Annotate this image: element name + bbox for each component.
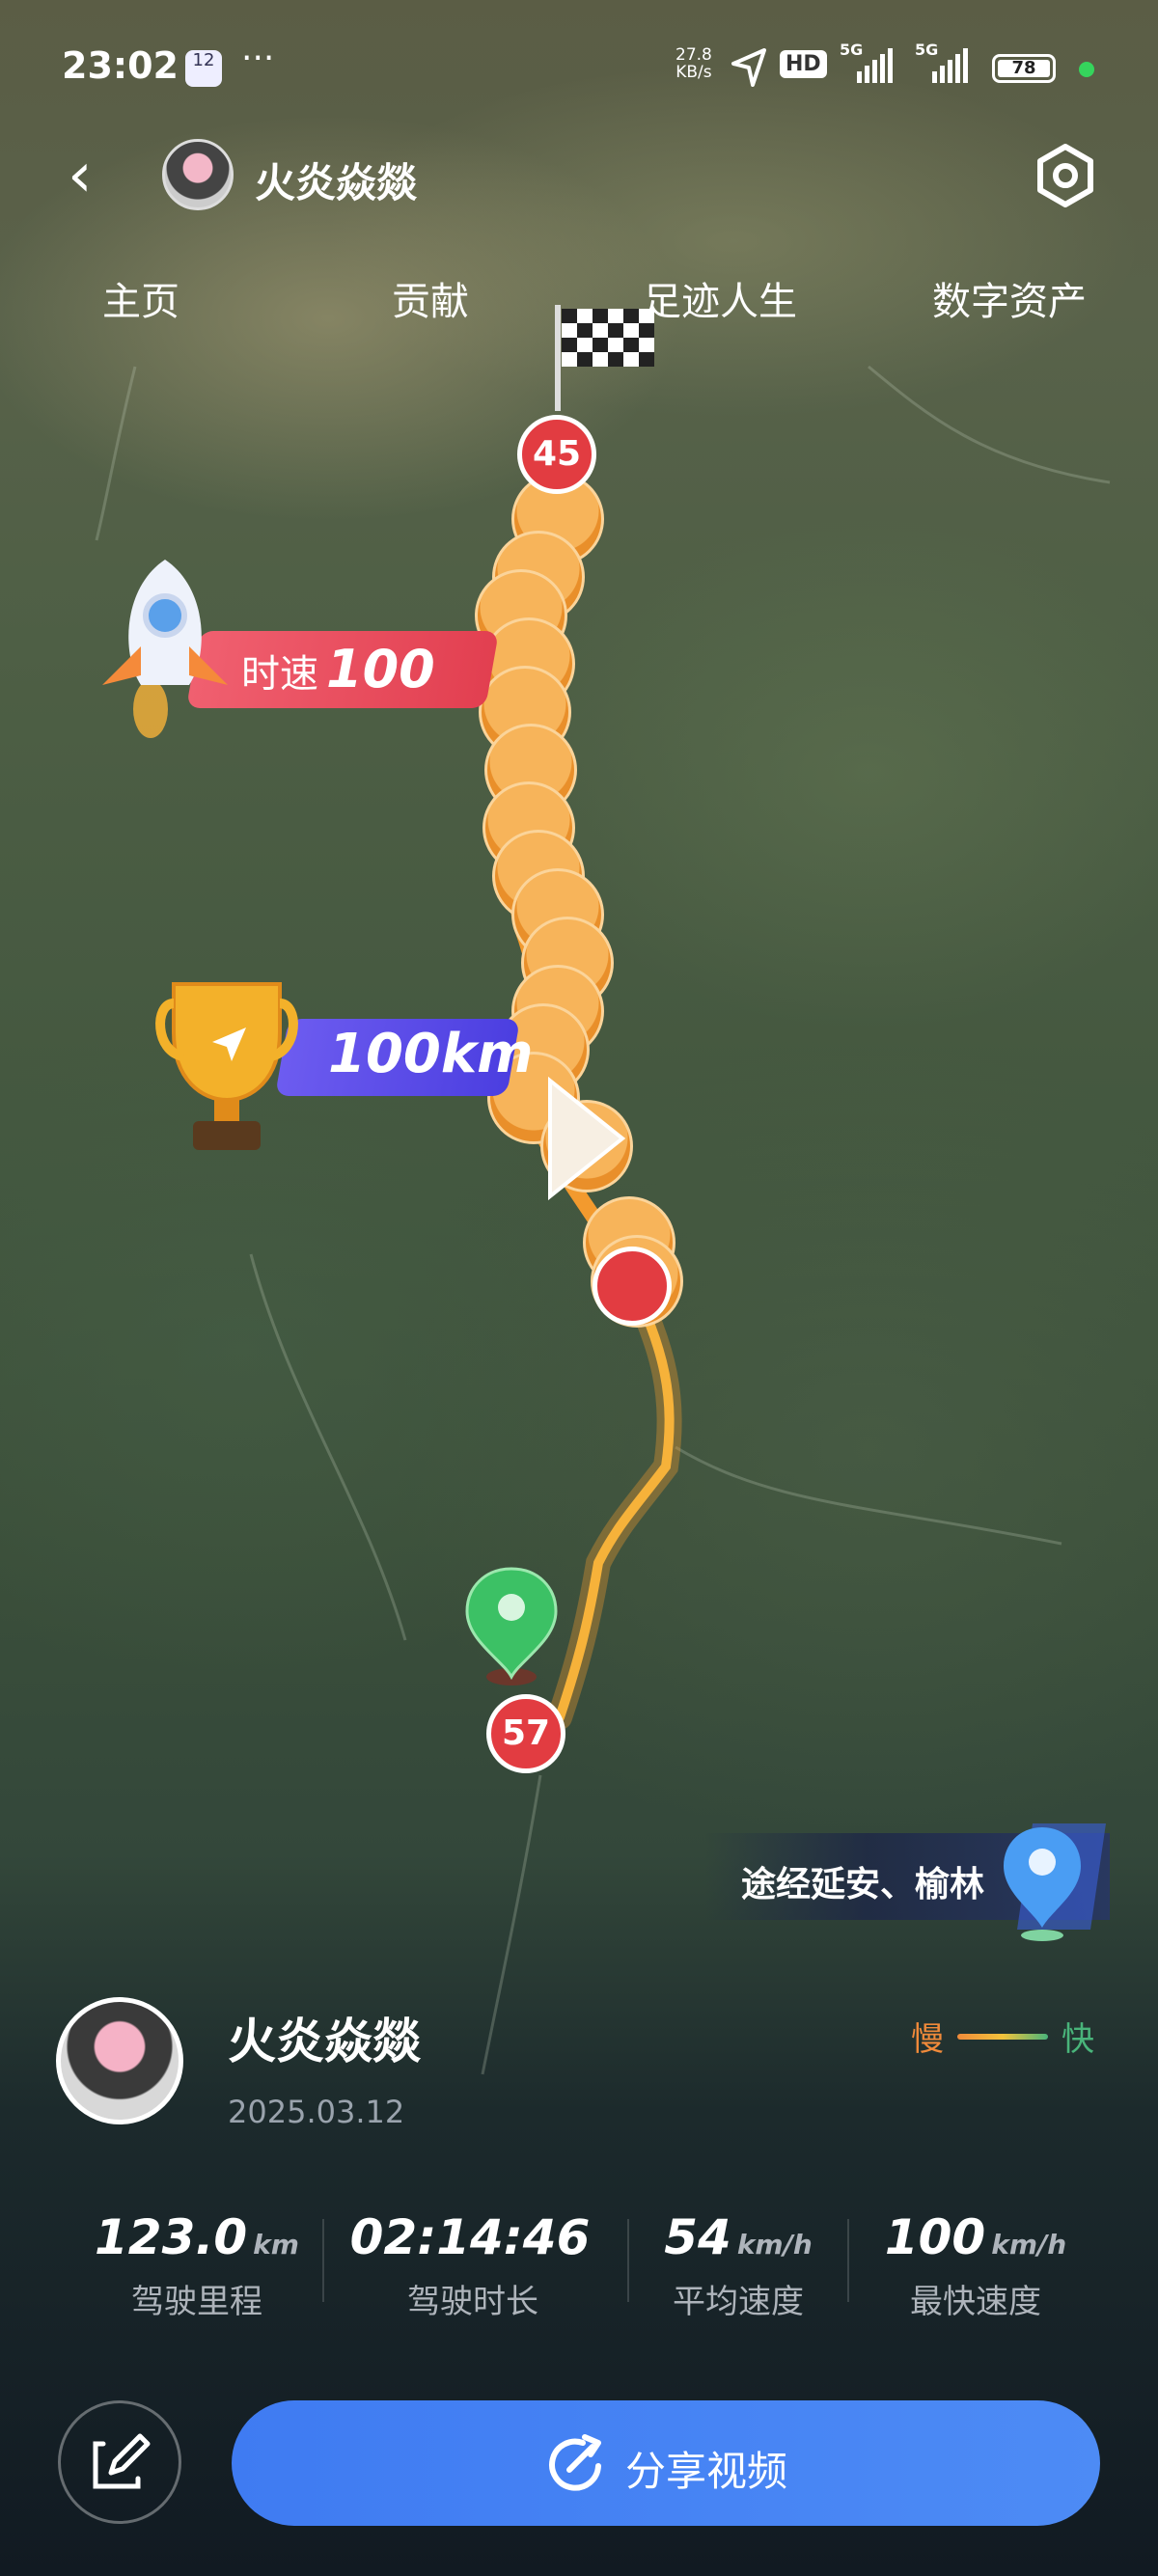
stat-avg-speed: 54 km/h 平均速度 (656, 2209, 820, 2322)
avatar[interactable] (162, 139, 234, 210)
header-username[interactable]: 火炎焱燚 (255, 151, 417, 209)
location-arrow-icon (731, 48, 766, 87)
battery-icon: 78 (992, 54, 1056, 83)
stat-label: 驾驶里程 (131, 2283, 262, 2321)
stat-distance: 123.0 km 驾驶里程 (91, 2209, 303, 2322)
tab-contribution[interactable]: 贡献 (392, 270, 469, 326)
speed-tag: 时速 100 (241, 639, 435, 699)
tab-digital-assets[interactable]: 数字资产 (932, 270, 1087, 326)
speed-tag-value: 100 (326, 639, 435, 699)
stat-value: 123.0 (95, 2209, 248, 2265)
hd-icon: HD (780, 50, 827, 78)
signal-label: 5G (840, 41, 864, 59)
speed-legend: 慢 快 (911, 2013, 1094, 2060)
finish-badge: 45 (517, 415, 596, 494)
trophy-icon (155, 982, 298, 1150)
tab-home[interactable]: 主页 (102, 270, 179, 326)
play-marker-icon[interactable] (540, 1071, 627, 1206)
stat-unit: km/h (736, 2229, 813, 2261)
stat-label: 驾驶时长 (407, 2283, 538, 2321)
legend-gradient-bar (957, 2033, 1048, 2040)
speed-tag-label: 时速 (241, 652, 318, 697)
trip-date: 2025.03.12 (228, 2094, 405, 2130)
start-badge: 57 (486, 1694, 565, 1773)
settings-icon[interactable] (1033, 143, 1098, 208)
stat-value: 02:14:46 (349, 2209, 591, 2265)
signal-label: 5G (915, 41, 939, 59)
stat-unit: km/h (991, 2229, 1067, 2261)
status-bar: 23:02 12 ··· 27.8 KB/s HD 5G 5G 78 (0, 39, 1158, 96)
privacy-indicator-dot (1079, 62, 1094, 77)
calendar-icon: 12 (185, 50, 222, 87)
via-text: 途经延安、榆林 (741, 1865, 985, 1905)
tab-bar: 主页 贡献 足迹人生 数字资产 (0, 270, 1158, 328)
location-pin-icon (1004, 1823, 1106, 1941)
app-screen: 45 时速 100 100km 57 途经延安、榆林 23:02 12 ··· … (0, 0, 1158, 2576)
stat-max-speed: 100 km/h 最快速度 (874, 2209, 1077, 2322)
more-icon: ··· (241, 39, 275, 78)
status-time: 23:02 (62, 44, 179, 87)
tab-footprint[interactable]: 足迹人生 (643, 270, 797, 326)
stat-unit: km (253, 2229, 299, 2261)
stat-label: 最快速度 (910, 2283, 1041, 2321)
trip-avatar[interactable] (56, 1997, 183, 2124)
signal-icon: 5G (915, 41, 968, 83)
trip-stats: 123.0 km 驾驶里程 02:14:46 驾驶时长 54 km/h 平均速度 1… (0, 2209, 1158, 2321)
trip-username: 火炎焱燚 (228, 2014, 421, 2069)
stat-divider (627, 2219, 629, 2302)
rocket-icon (102, 560, 228, 738)
distance-tag: 100km (328, 1023, 534, 1085)
stat-value: 100 (884, 2209, 986, 2265)
share-icon (549, 2434, 601, 2491)
signal-icon: 5G (840, 41, 893, 83)
legend-slow: 慢 (911, 2020, 944, 2059)
edit-icon (93, 2433, 151, 2489)
stat-duration: 02:14:46 驾驶时长 (347, 2209, 598, 2322)
network-speed-unit: KB/s (676, 63, 712, 82)
stat-divider (322, 2219, 324, 2302)
share-video-label[interactable]: 分享视频 (625, 2439, 787, 2498)
route-badge (593, 1247, 672, 1326)
edit-button[interactable] (58, 2400, 181, 2524)
battery-level: 78 (998, 60, 1050, 77)
stat-value: 54 (664, 2209, 731, 2265)
back-button[interactable]: ‹ (68, 145, 93, 206)
legend-fast: 快 (1062, 2020, 1094, 2059)
stat-label: 平均速度 (673, 2283, 804, 2321)
network-speed-value: 27.8 (676, 45, 712, 65)
start-pin-icon (465, 1567, 558, 1685)
network-speed: 27.8 KB/s (676, 46, 712, 81)
stat-divider (847, 2219, 849, 2302)
